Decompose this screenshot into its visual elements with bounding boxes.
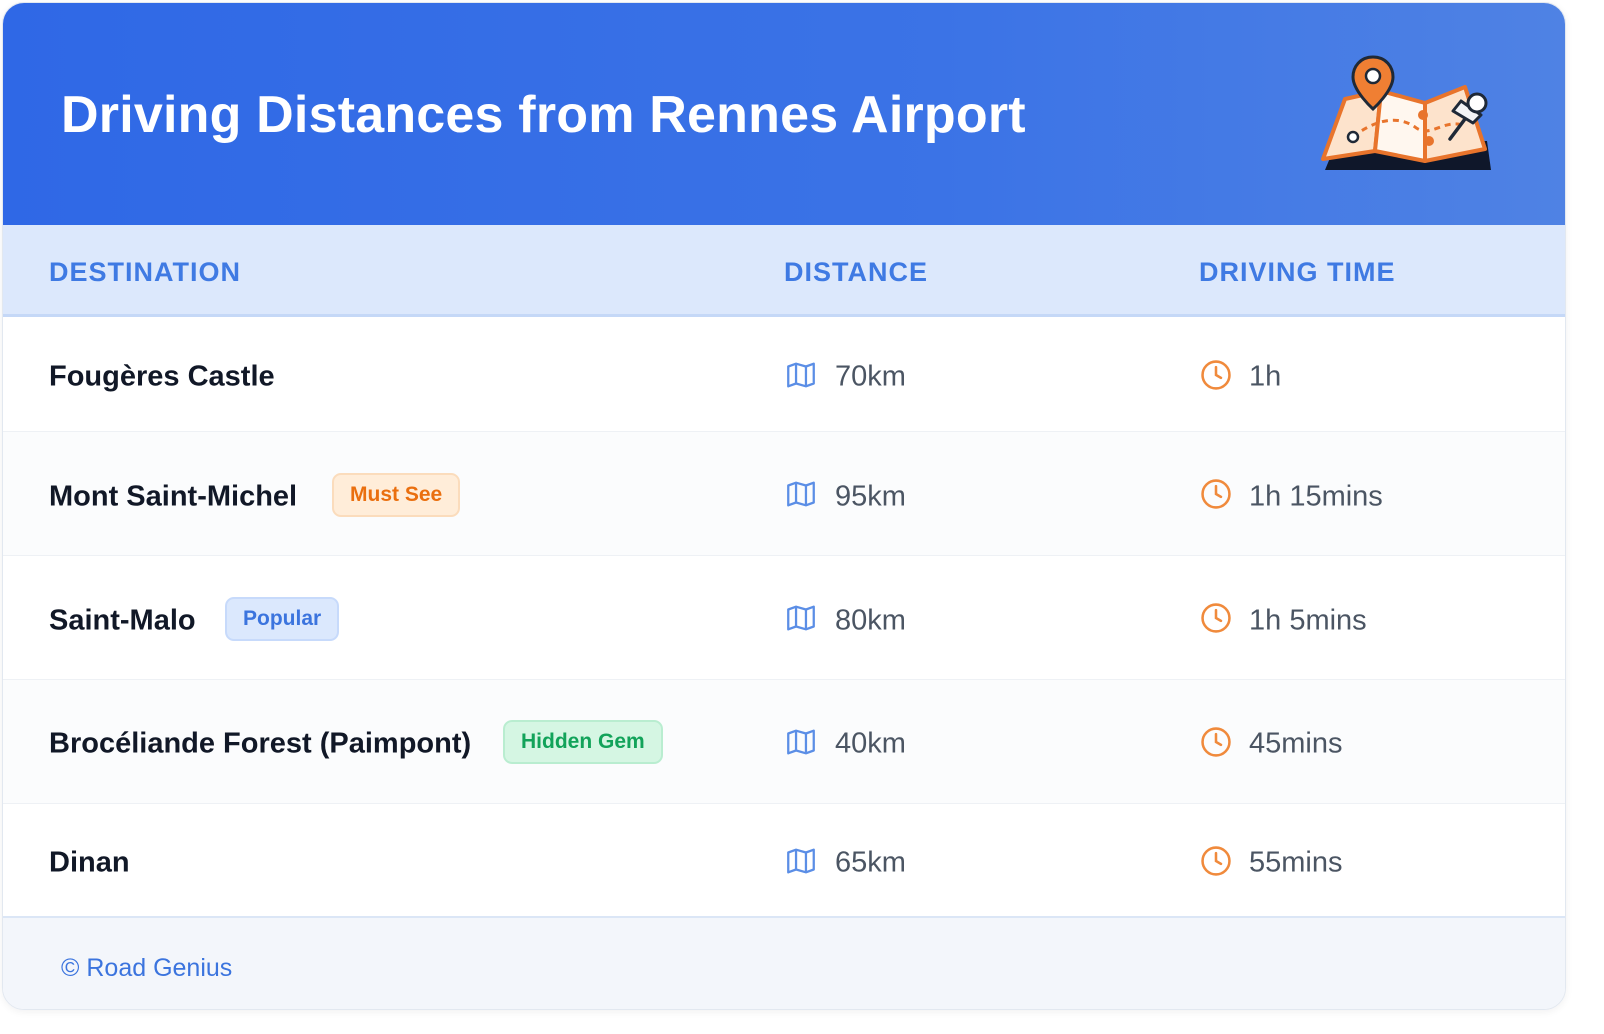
distance-value: 65km [835,846,906,879]
hidden-gem-badge: Hidden Gem [503,720,663,764]
driving-time-value: 1h 15mins [1249,480,1383,513]
must-see-badge: Must See [332,473,461,517]
driving-time-value: 1h [1249,360,1282,393]
footer-credit: © Road Genius [61,954,233,982]
column-header-destination: DESTINATION [49,257,241,287]
destination-name: Brocéliande Forest (Paimpont) [49,727,472,760]
column-header-distance: DISTANCE [784,257,929,287]
map-icon [787,729,815,755]
table-row: Mont Saint-Michel Must See 95km 1h 15min… [3,432,1565,556]
map-icon [787,362,815,388]
map-icon [787,605,815,631]
page-title: Driving Distances from Rennes Airport [61,86,1026,144]
distance-value: 80km [835,604,906,637]
clock-icon [1201,727,1231,757]
destination-name: Fougères Castle [49,360,275,393]
footer: © Road Genius [3,916,1565,1009]
table-header: DESTINATION DISTANCE DRIVING TIME [3,225,1565,317]
popular-badge: Popular [225,597,340,641]
distance-card: Driving Distances from Rennes Airport DE… [2,2,1566,1010]
destination-name: Mont Saint-Michel [49,480,298,513]
map-icon [787,848,815,874]
column-header-driving-time: DRIVING TIME [1199,257,1396,287]
driving-time-value: 45mins [1249,727,1343,760]
table-row: Brocéliande Forest (Paimpont) Hidden Gem… [3,680,1565,804]
distance-value: 70km [835,360,906,393]
table-row: Saint-Malo Popular 80km 1h 5mins [3,556,1565,680]
map-icon [787,481,815,507]
table-row: Fougères Castle 70km 1h [3,317,1565,432]
clock-icon [1201,603,1231,633]
clock-icon [1201,360,1231,390]
destination-name: Saint-Malo [49,604,196,637]
folded-map-with-pins-icon [1321,55,1491,170]
driving-time-value: 1h 5mins [1249,604,1367,637]
clock-icon [1201,846,1231,876]
clock-icon [1201,479,1231,509]
distance-value: 40km [835,727,906,760]
distance-value: 95km [835,480,906,513]
header-banner: Driving Distances from Rennes Airport [3,3,1565,225]
table-row: Dinan 65km 55mins [3,804,1565,916]
destination-name: Dinan [49,846,130,879]
driving-time-value: 55mins [1249,846,1343,879]
